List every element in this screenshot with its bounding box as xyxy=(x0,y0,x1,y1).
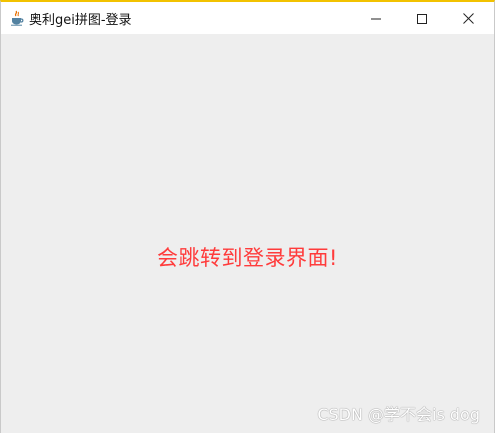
close-icon xyxy=(462,9,474,28)
redirect-message: 会跳转到登录界面! xyxy=(157,246,338,270)
window-title: 奥利gei拼图-登录 xyxy=(29,13,132,28)
content-panel: 会跳转到登录界面! CSDN @学不会is dog xyxy=(1,34,494,433)
close-button[interactable] xyxy=(445,2,491,34)
minimize-icon xyxy=(371,9,381,28)
maximize-icon xyxy=(417,9,427,28)
watermark: CSDN @学不会is dog xyxy=(317,405,480,424)
title-bar[interactable]: 奥利gei拼图-登录 xyxy=(1,2,494,34)
app-window: 奥利gei拼图-登录 会跳转到登录界面! CSDN @学不会is dog xyxy=(0,0,495,433)
maximize-button[interactable] xyxy=(399,2,445,34)
java-cup-icon[interactable] xyxy=(10,10,24,26)
minimize-button[interactable] xyxy=(353,2,399,34)
